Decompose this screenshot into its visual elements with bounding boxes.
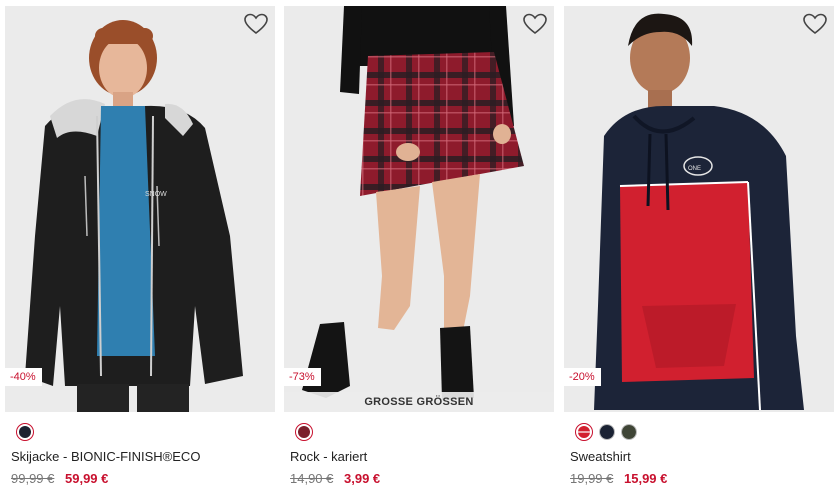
color-swatch[interactable]	[621, 424, 637, 440]
hoodie-photo: ONE	[564, 6, 834, 412]
product-image[interactable]: ONE -20%	[564, 6, 834, 412]
product-name[interactable]: Skijacke - BIONIC-FINISH®ECO	[11, 449, 275, 464]
wishlist-heart-icon[interactable]	[243, 12, 269, 36]
price-row: 99,99 € 59,99 €	[11, 471, 275, 486]
old-price: 99,99 €	[11, 471, 55, 486]
old-price: 14,90 €	[290, 471, 334, 486]
product-grid: SNOW -40% Skijacke - BIONIC-FINISH®ECO 9…	[0, 0, 840, 492]
plaid-skirt-photo	[284, 6, 554, 412]
sale-price: 3,99 €	[344, 471, 381, 486]
color-swatch-selected[interactable]	[16, 423, 34, 441]
product-card[interactable]: -73% GROSSE GRÖSSEN Rock - kariert 14,90…	[284, 6, 554, 492]
price-row: 14,90 € 3,99 €	[290, 471, 554, 486]
product-card[interactable]: SNOW -40% Skijacke - BIONIC-FINISH®ECO 9…	[5, 6, 275, 492]
color-swatches	[575, 423, 834, 441]
product-card[interactable]: ONE -20% Sweatshirt 19,99 € 15,99 €	[564, 6, 834, 492]
old-price: 19,99 €	[570, 471, 614, 486]
product-name[interactable]: Rock - kariert	[290, 449, 554, 464]
product-name[interactable]: Sweatshirt	[570, 449, 834, 464]
wishlist-heart-icon[interactable]	[802, 12, 828, 36]
size-ribbon: GROSSE GRÖSSEN	[284, 392, 554, 412]
color-swatch[interactable]	[599, 424, 615, 440]
discount-badge: -20%	[564, 368, 601, 386]
svg-text:SNOW: SNOW	[145, 191, 167, 198]
discount-badge: -40%	[5, 368, 42, 386]
svg-text:ONE: ONE	[688, 166, 701, 172]
product-image[interactable]: SNOW -40%	[5, 6, 275, 412]
product-image[interactable]: -73% GROSSE GRÖSSEN	[284, 6, 554, 412]
color-swatches	[295, 423, 554, 441]
color-swatch-selected[interactable]	[575, 423, 593, 441]
ski-jacket-photo: SNOW	[5, 6, 275, 412]
price-row: 19,99 € 15,99 €	[570, 471, 834, 486]
color-swatch-selected[interactable]	[295, 423, 313, 441]
color-swatches	[16, 423, 275, 441]
sale-price: 15,99 €	[624, 471, 668, 486]
sale-price: 59,99 €	[65, 471, 109, 486]
discount-badge: -73%	[284, 368, 321, 386]
wishlist-heart-icon[interactable]	[522, 12, 548, 36]
